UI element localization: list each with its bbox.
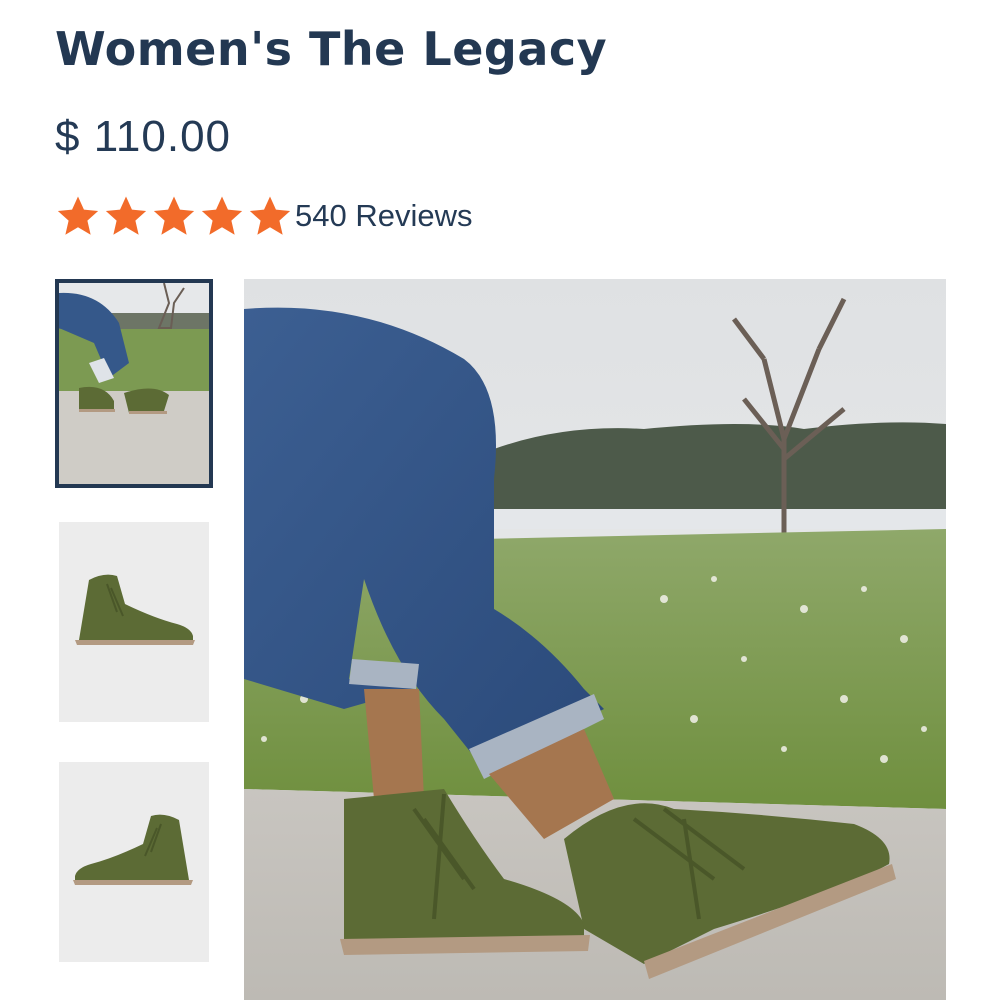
gallery-thumbnail-3[interactable] <box>59 762 209 962</box>
lifestyle-photo-icon <box>59 283 209 484</box>
shoe-side-photo-icon <box>59 522 209 722</box>
star-icon <box>153 196 195 235</box>
reviews-link[interactable]: 540 Reviews <box>295 198 472 234</box>
star-icon <box>201 196 243 235</box>
rating[interactable]: 540 Reviews <box>55 192 472 240</box>
lifestyle-photo-icon <box>244 279 946 1000</box>
star-icon <box>249 196 291 235</box>
product-price: $ 110.00 <box>55 112 232 161</box>
shoe-side-photo-right-icon <box>59 762 209 962</box>
rating-stars <box>55 193 295 239</box>
gallery-thumbnail-1[interactable] <box>55 279 213 488</box>
main-product-image[interactable] <box>244 279 946 1000</box>
star-icon <box>105 196 147 235</box>
gallery-thumbnail-2[interactable] <box>59 522 209 722</box>
star-icon <box>57 196 99 235</box>
product-title: Women's The Legacy <box>55 22 608 76</box>
